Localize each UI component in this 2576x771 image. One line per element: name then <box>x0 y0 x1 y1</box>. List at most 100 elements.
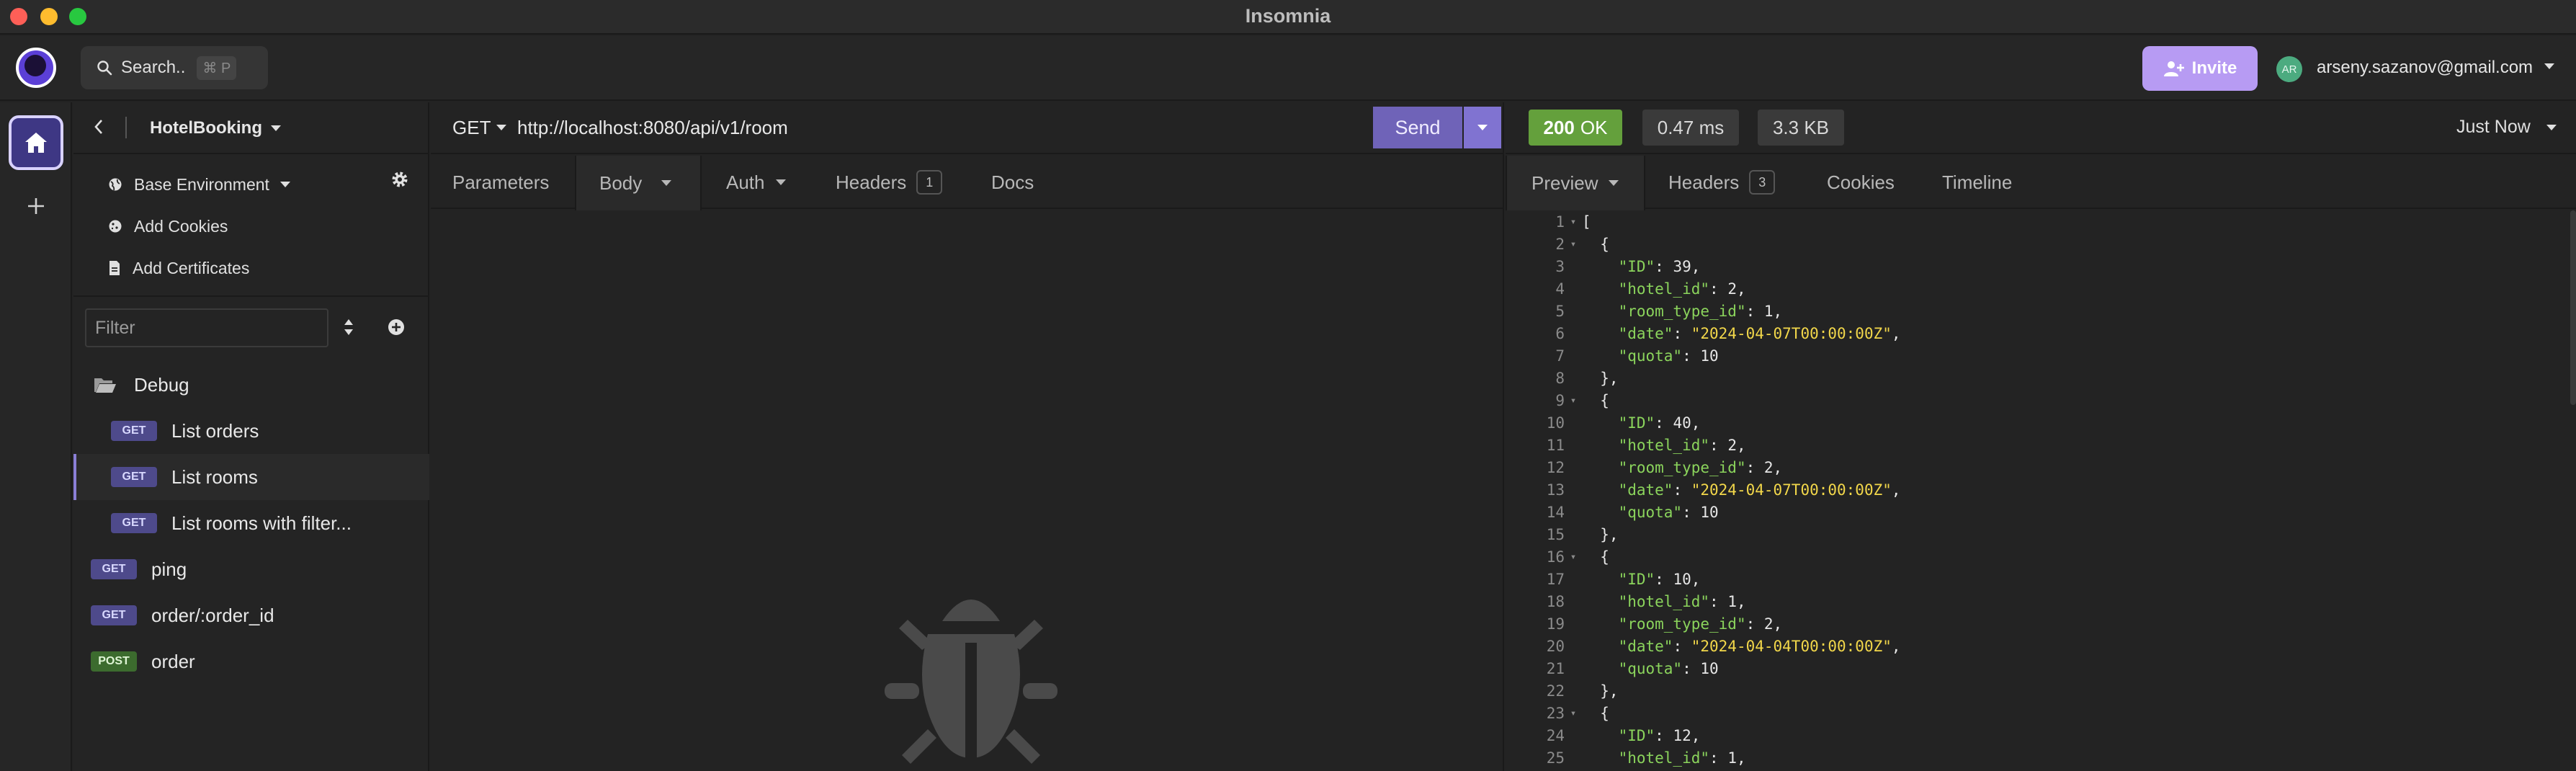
code-line: 16 ▾ { <box>1506 545 2576 568</box>
tab-label: Docs <box>991 171 1034 193</box>
tab-cookies[interactable]: Cookies <box>1827 156 1895 209</box>
json-value: 10 <box>1700 659 1719 677</box>
add-circle-icon[interactable] <box>388 318 405 336</box>
code-line: 20 "date": "2024-04-04T00:00:00Z", <box>1506 635 2576 657</box>
code-text: "hotel_id": 1, <box>1618 749 1746 767</box>
user-email[interactable]: arseny.sazanov@gmail.com <box>2317 58 2533 78</box>
sort-icon[interactable] <box>343 317 354 337</box>
method-badge: GET <box>111 513 157 533</box>
list-item[interactable]: GET order/:order_id <box>73 592 429 638</box>
scrollbar[interactable] <box>2570 210 2576 405</box>
code-line: 8 }, <box>1506 367 2576 389</box>
search-icon <box>97 61 112 76</box>
chevron-down-icon[interactable] <box>2543 62 2556 71</box>
add-project-button[interactable] <box>20 190 52 222</box>
list-item[interactable]: POST order <box>73 638 429 685</box>
line-number: 2 <box>1555 235 1565 253</box>
tab-body[interactable]: Body <box>575 156 702 210</box>
fold-toggle-icon[interactable]: ▾ <box>1565 708 1582 719</box>
line-number: 20 <box>1546 637 1565 655</box>
json-value: 10 <box>1673 570 1691 588</box>
fold-toggle-icon[interactable]: ▾ <box>1565 395 1582 406</box>
invite-button[interactable]: Invite <box>2142 46 2258 91</box>
title-bar: Insomnia <box>0 0 2576 35</box>
code-text: { <box>1582 391 1609 409</box>
bug-icon <box>885 600 1057 764</box>
request-name: order/:order_id <box>151 604 274 626</box>
code-line: 13 "date": "2024-04-07T00:00:00Z", <box>1506 478 2576 501</box>
json-value: 2 <box>1763 615 1774 633</box>
environment-selector[interactable]: Base Environment <box>108 170 291 199</box>
method-badge: GET <box>111 421 157 441</box>
line-number: 7 <box>1555 347 1565 365</box>
code-text: "hotel_id": 2, <box>1618 280 1746 298</box>
code-text: "room_type_id": 2, <box>1618 458 1783 476</box>
code-text: "hotel_id": 1, <box>1618 592 1746 610</box>
response-history-selector[interactable]: Just Now <box>2456 117 2531 138</box>
json-value: 12 <box>1673 726 1691 744</box>
list-item[interactable]: GET List rooms with filter... <box>73 500 429 546</box>
line-number: 24 <box>1546 726 1565 744</box>
tab-label: Body <box>599 171 643 194</box>
tab-label: Headers <box>1668 171 1740 193</box>
code-line: 23 ▾ { <box>1506 702 2576 724</box>
folder-debug[interactable]: Debug <box>73 362 429 408</box>
tab-headers[interactable]: Headers 1 <box>836 156 943 209</box>
json-key: "ID" <box>1618 414 1655 432</box>
fold-toggle-icon[interactable]: ▾ <box>1565 239 1582 250</box>
chevron-down-icon[interactable] <box>496 124 507 131</box>
response-body-viewer[interactable]: 1 ▾[2 ▾ {3 "ID": 39, 4 "hotel_id": 2, 5 "roo… <box>1506 210 2576 771</box>
json-key: "quota" <box>1618 347 1683 365</box>
code-text: "ID": 40, <box>1618 414 1701 432</box>
gear-icon[interactable] <box>390 170 409 189</box>
tab-response-headers[interactable]: Headers 3 <box>1668 156 1776 209</box>
code-text: "room_type_id": 2, <box>1618 615 1783 633</box>
url-input[interactable]: http://localhost:8080/api/v1/room <box>517 117 788 139</box>
home-icon <box>25 133 47 153</box>
tab-parameters[interactable]: Parameters <box>452 156 549 209</box>
chevron-down-icon <box>1477 125 1488 130</box>
code-text: { <box>1582 548 1609 566</box>
chevron-left-icon[interactable] <box>94 118 104 135</box>
project-name[interactable]: HotelBooking <box>150 118 262 138</box>
chevron-down-icon[interactable] <box>2546 124 2557 131</box>
response-tabs: Preview Headers 3 Cookies Timeline <box>1506 156 2576 210</box>
tab-auth[interactable]: Auth <box>726 156 787 209</box>
json-key: "hotel_id" <box>1618 280 1710 298</box>
code-text: "ID": 12, <box>1618 726 1701 744</box>
request-name: List rooms <box>171 465 258 488</box>
chevron-down-icon[interactable] <box>269 124 282 133</box>
code-text: { <box>1582 704 1609 722</box>
json-key: "quota" <box>1618 659 1683 677</box>
add-cookies-button[interactable]: Add Cookies <box>108 212 228 241</box>
insomnia-logo[interactable] <box>16 48 56 88</box>
list-item[interactable]: GET ping <box>73 546 429 592</box>
tab-preview[interactable]: Preview <box>1506 156 1645 210</box>
folder-name: Debug <box>134 373 189 396</box>
send-button[interactable]: Send <box>1373 107 1462 148</box>
code-text: "quota": 10 <box>1618 347 1719 365</box>
tab-docs[interactable]: Docs <box>991 156 1034 209</box>
code-line: 11 "hotel_id": 2, <box>1506 434 2576 456</box>
list-item-selected[interactable]: GET List rooms <box>73 454 429 500</box>
sidebar: HotelBooking Base Environment Add Cookie… <box>73 102 429 771</box>
home-button[interactable] <box>9 115 63 170</box>
code-line: 19 "room_type_id": 2, <box>1506 612 2576 635</box>
json-key: "hotel_id" <box>1618 592 1710 610</box>
send-options-button[interactable] <box>1464 107 1501 148</box>
json-value: 2 <box>1727 280 1737 298</box>
add-certificates-button[interactable]: Add Certificates <box>108 254 249 282</box>
method-selector[interactable]: GET <box>452 117 491 139</box>
tab-label: Auth <box>726 171 765 193</box>
cookie-icon <box>109 220 122 233</box>
list-item[interactable]: GET List orders <box>73 408 429 454</box>
fold-toggle-icon[interactable]: ▾ <box>1565 216 1582 228</box>
tab-timeline[interactable]: Timeline <box>1942 156 2012 209</box>
avatar[interactable]: AR <box>2276 56 2302 82</box>
json-value: "2024-04-07T00:00:00Z" <box>1691 324 1892 342</box>
fold-toggle-icon[interactable]: ▾ <box>1565 551 1582 563</box>
plus-icon <box>28 198 44 214</box>
search-button[interactable]: Search.. ⌘ P <box>81 46 268 89</box>
json-value: "2024-04-07T00:00:00Z" <box>1691 481 1892 499</box>
filter-input[interactable] <box>85 308 328 347</box>
